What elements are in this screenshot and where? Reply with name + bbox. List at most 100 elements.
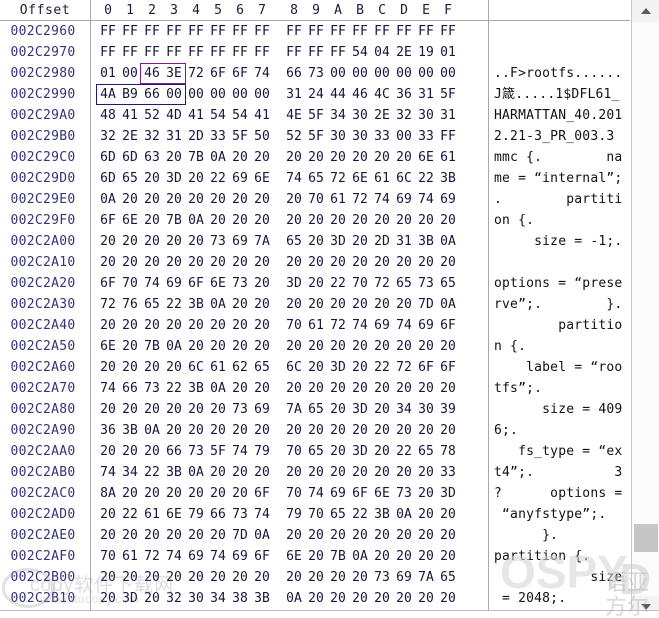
hex-byte[interactable]: 74 <box>393 315 415 336</box>
hex-byte[interactable]: 74 <box>283 168 305 189</box>
hex-byte[interactable]: 20 <box>305 567 327 588</box>
hex-byte[interactable]: 3D <box>119 588 141 609</box>
hex-byte[interactable]: 20 <box>207 525 229 546</box>
ascii-row[interactable]: 6;. <box>494 420 630 441</box>
hex-byte[interactable]: 20 <box>305 525 327 546</box>
ascii-row[interactable]: me = “internal”; <box>494 168 630 189</box>
hex-byte[interactable]: FF <box>185 42 207 63</box>
hex-byte[interactable]: 6F <box>229 63 251 84</box>
ascii-row[interactable]: ? options = <box>494 483 630 504</box>
hex-byte[interactable]: 33 <box>207 126 229 147</box>
hex-row[interactable]: 20 3D 20 32 30 34 38 3B 0A 20 20 20 20 20 20 20 <box>91 588 488 609</box>
hex-byte[interactable]: 20 <box>229 147 251 168</box>
hex-byte[interactable]: 30 <box>349 105 371 126</box>
hex-byte[interactable]: 52 <box>141 105 163 126</box>
hex-row[interactable]: 70 61 72 74 69 74 69 6F 6E 20 7B 0A 20 20 20 20 <box>91 546 488 567</box>
hex-byte[interactable]: 20 <box>251 294 273 315</box>
hex-byte[interactable]: 30 <box>415 399 437 420</box>
hex-byte[interactable]: 0A <box>437 231 459 252</box>
hex-byte[interactable]: 6F <box>97 210 119 231</box>
hex-byte[interactable]: 65 <box>283 231 305 252</box>
hex-byte[interactable]: 3B <box>163 462 185 483</box>
hex-byte[interactable]: 3B <box>371 504 393 525</box>
hex-byte[interactable]: 20 <box>415 420 437 441</box>
hex-row[interactable]: 20 20 20 20 6C 61 62 65 6C 20 3D 20 22 72 6F 6F <box>91 357 488 378</box>
hex-byte[interactable]: 20 <box>371 525 393 546</box>
hex-byte[interactable]: 20 <box>229 420 251 441</box>
hex-byte[interactable]: 31 <box>415 84 437 105</box>
hex-byte[interactable]: 20 <box>305 462 327 483</box>
hex-byte[interactable]: 20 <box>415 210 437 231</box>
hex-byte[interactable]: 20 <box>119 399 141 420</box>
hex-byte[interactable]: 0A <box>207 378 229 399</box>
hex-byte[interactable]: 3D <box>349 399 371 420</box>
hex-byte[interactable]: 20 <box>305 357 327 378</box>
hex-byte[interactable]: 20 <box>251 420 273 441</box>
hex-byte[interactable]: 00 <box>251 84 273 105</box>
hex-byte[interactable]: 20 <box>207 210 229 231</box>
hex-byte[interactable]: 39 <box>437 399 459 420</box>
hex-byte[interactable]: 20 <box>393 336 415 357</box>
hex-byte[interactable]: 20 <box>283 252 305 273</box>
hex-byte[interactable]: 5F <box>207 441 229 462</box>
hex-byte[interactable]: 20 <box>163 483 185 504</box>
hex-byte[interactable]: 20 <box>119 525 141 546</box>
hex-byte[interactable]: 61 <box>305 315 327 336</box>
hex-byte[interactable]: 20 <box>393 147 415 168</box>
hex-byte[interactable]: 52 <box>283 126 305 147</box>
hex-byte[interactable]: 4D <box>163 105 185 126</box>
ascii-row[interactable]: J箴.....1$DFL61_ <box>494 84 630 105</box>
hex-byte[interactable]: 33 <box>437 462 459 483</box>
hex-byte[interactable]: 22 <box>119 504 141 525</box>
hex-byte[interactable]: FF <box>251 21 273 42</box>
hex-byte[interactable]: 20 <box>371 588 393 609</box>
hex-byte[interactable]: 4E <box>283 105 305 126</box>
hex-byte[interactable]: FF <box>437 21 459 42</box>
hex-byte[interactable]: 34 <box>393 399 415 420</box>
hex-byte[interactable]: 2D <box>371 231 393 252</box>
hex-byte[interactable]: 20 <box>141 399 163 420</box>
hex-byte[interactable]: 00 <box>393 63 415 84</box>
hex-byte[interactable]: 8A <box>97 483 119 504</box>
ascii-row[interactable]: = 2048;. <box>494 588 630 609</box>
hex-row[interactable]: 20 20 20 20 20 20 7D 0A 20 20 20 20 20 20 20 20 <box>91 525 488 546</box>
hex-byte[interactable]: 20 <box>229 189 251 210</box>
hex-byte[interactable]: 72 <box>97 294 119 315</box>
hex-byte[interactable]: 20 <box>305 252 327 273</box>
hex-byte[interactable]: 20 <box>229 483 251 504</box>
hex-byte[interactable]: 00 <box>393 126 415 147</box>
hex-byte[interactable]: 54 <box>207 105 229 126</box>
ascii-row[interactable]: size <box>494 567 630 588</box>
hex-byte[interactable]: 3D <box>349 441 371 462</box>
hex-byte[interactable]: 32 <box>141 126 163 147</box>
hex-byte[interactable]: 74 <box>305 483 327 504</box>
hex-byte[interactable]: 20 <box>349 210 371 231</box>
scrollbar-thumb[interactable] <box>633 524 658 552</box>
hex-byte[interactable]: 0A <box>185 462 207 483</box>
hex-byte[interactable]: 46 <box>141 63 163 84</box>
hex-row[interactable]: 36 3B 0A 20 20 20 20 20 20 20 20 20 20 20 20 20 <box>91 420 488 441</box>
hex-byte[interactable]: 20 <box>163 399 185 420</box>
hex-row[interactable]: 48 41 52 4D 41 54 54 41 4E 5F 34 30 2E 32 30 31 <box>91 105 488 126</box>
hex-byte[interactable]: 30 <box>415 105 437 126</box>
hex-byte[interactable]: 20 <box>437 336 459 357</box>
hex-byte[interactable]: 20 <box>349 378 371 399</box>
hex-byte[interactable]: 20 <box>251 567 273 588</box>
hex-byte[interactable]: 5F <box>305 126 327 147</box>
hex-byte[interactable]: 22 <box>349 504 371 525</box>
hex-byte[interactable]: 5F <box>437 84 459 105</box>
hex-byte[interactable]: 3B <box>185 294 207 315</box>
scrollbar-track[interactable] <box>631 22 659 596</box>
hex-byte[interactable]: 22 <box>327 273 349 294</box>
hex-byte[interactable]: 20 <box>371 420 393 441</box>
hex-byte[interactable]: 5F <box>229 126 251 147</box>
hex-byte[interactable]: 24 <box>305 84 327 105</box>
hex-byte[interactable]: 22 <box>141 462 163 483</box>
hex-byte[interactable]: FF <box>119 42 141 63</box>
hex-byte[interactable]: 20 <box>371 462 393 483</box>
ascii-row[interactable]: size = 409 <box>494 399 630 420</box>
hex-byte[interactable]: 74 <box>207 546 229 567</box>
hex-byte[interactable]: 20 <box>141 483 163 504</box>
hex-byte[interactable]: 20 <box>415 336 437 357</box>
hex-byte[interactable]: 69 <box>415 315 437 336</box>
